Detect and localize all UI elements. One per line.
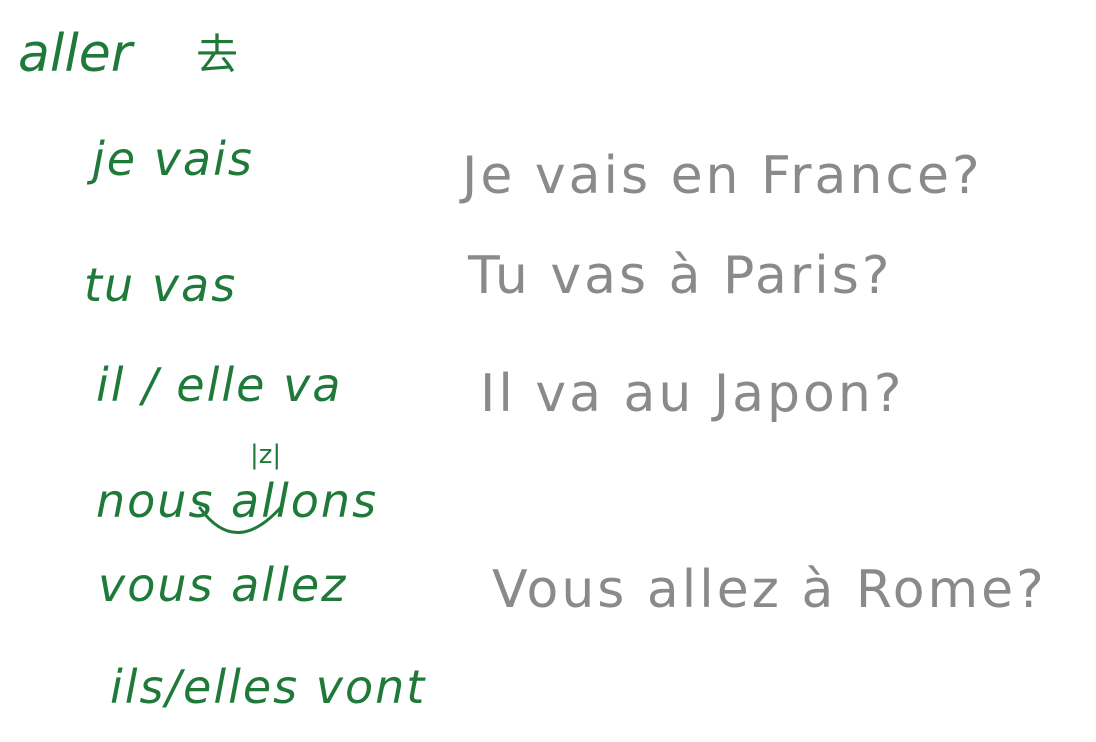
liaison-z-note: |z| xyxy=(250,440,282,470)
conjugation-il-elle: il / elle va xyxy=(96,358,343,412)
conjugation-je: je vais xyxy=(92,132,254,186)
verb-infinitive: aller xyxy=(18,24,133,84)
verb-hanzi-translation: 去 xyxy=(196,30,239,79)
handwritten-note-page: aller 去 je vais tu vas il / elle va |z| … xyxy=(0,0,1096,742)
conjugation-tu: tu vas xyxy=(84,258,238,312)
example-vous: Vous allez à Rome? xyxy=(492,560,1047,620)
example-je: Je vais en France? xyxy=(462,146,983,206)
conjugation-ils-elles: ils/elles vont xyxy=(110,660,427,714)
liaison-arc-icon xyxy=(198,504,284,534)
conjugation-vous: vous allez xyxy=(98,558,348,612)
example-tu: Tu vas à Paris? xyxy=(468,246,893,306)
example-il: Il va au Japon? xyxy=(480,364,905,424)
